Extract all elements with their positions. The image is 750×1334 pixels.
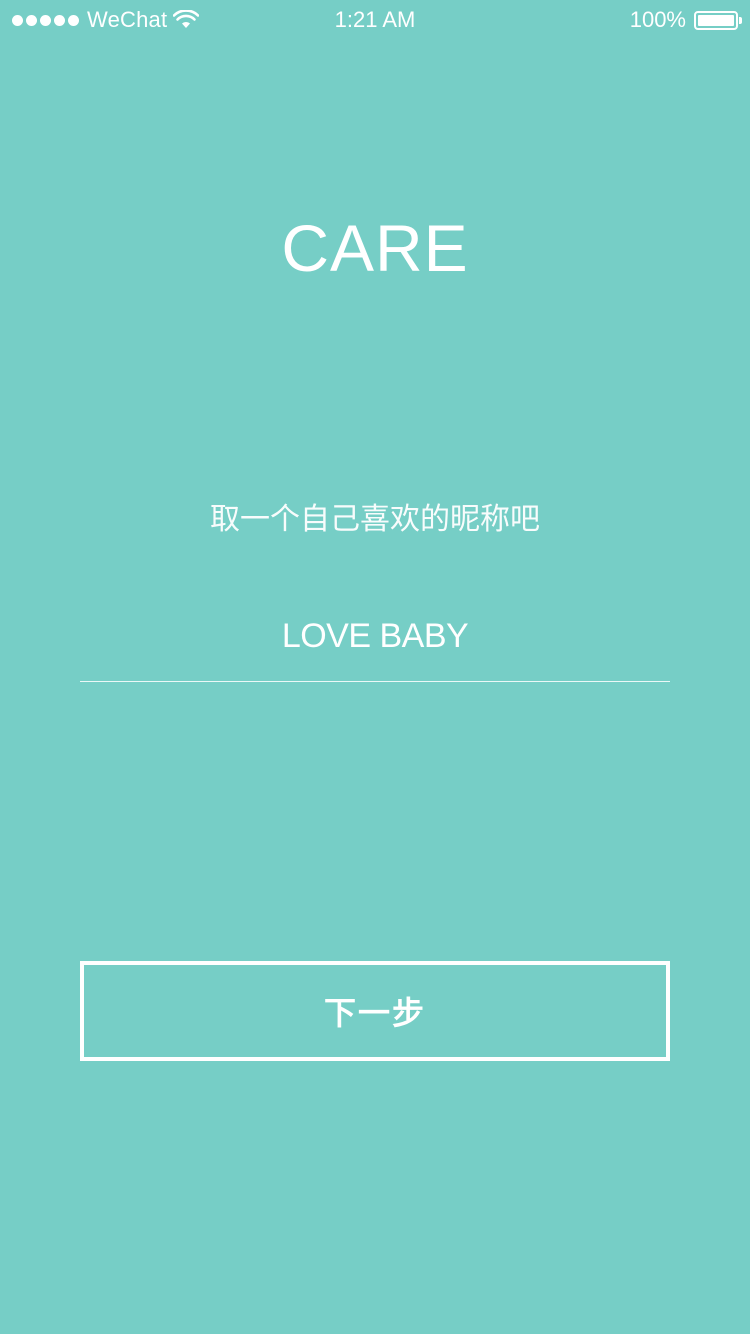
nickname-prompt: 取一个自己喜欢的昵称吧 [210,502,540,537]
battery-icon [694,10,742,30]
battery-fill [698,14,734,26]
next-button-label: 下一步 [323,994,426,1032]
battery-nub [739,16,742,24]
input-underline [80,681,670,682]
app-title: CARE [281,211,469,285]
status-bar-right: 100% [629,6,742,34]
battery-percent: 100% [629,7,686,32]
status-bar: WeChat 1:21 AM 100% [0,0,750,40]
next-button[interactable]: 下一步 [80,961,670,1061]
nickname-input[interactable] [80,606,670,666]
